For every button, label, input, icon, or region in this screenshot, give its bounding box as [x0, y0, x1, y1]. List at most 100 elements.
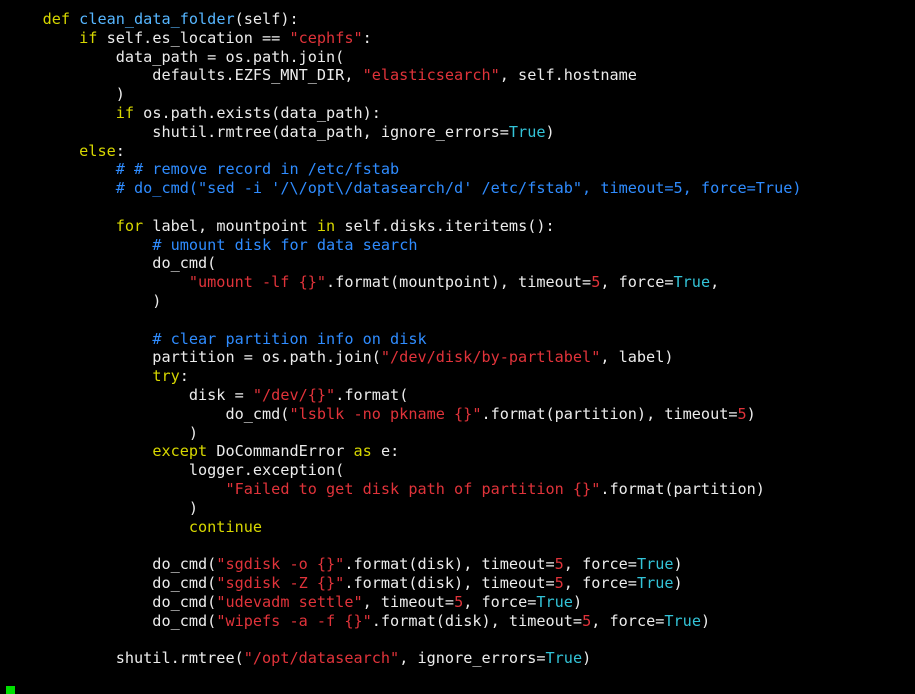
code-token-plain: ) [673, 573, 683, 592]
code-token-kw: as [353, 442, 372, 461]
code-token-plain: , label) [600, 348, 674, 367]
code-line: do_cmd("udevadm settle", timeout=5, forc… [6, 593, 802, 612]
code-line: if os.path.exists(data_path): [6, 104, 802, 123]
code-token-str: "cephfs" [289, 28, 363, 47]
code-token-num: 5 [554, 573, 564, 592]
code-token-str: "sgdisk -o {}" [216, 555, 345, 574]
code-token-plain: self.disks.iteritems(): [335, 216, 555, 235]
code-token-plain: self.es_location == [97, 28, 290, 47]
code-token-plain: ) [6, 291, 162, 310]
code-token-str: "elasticsearch" [362, 66, 500, 85]
code-token-kw: if [79, 28, 98, 47]
code-token-plain: (self): [234, 10, 299, 28]
code-token-plain: , force= [563, 555, 637, 574]
code-token-bool: True [508, 122, 546, 141]
code-token-plain: : [362, 28, 372, 47]
code-token-plain: , force= [591, 611, 665, 630]
code-line: # umount disk for data search [6, 236, 802, 255]
code-token-com: # do_cmd("sed -i '/\/opt\/datasearch/d' … [115, 179, 802, 198]
code-token-plain: .format(partition) [600, 479, 765, 498]
code-editor-text[interactable]: def clean_data_folder(self): if self.es_… [6, 10, 802, 668]
code-token-str: "wipefs -a -f {}" [216, 611, 372, 630]
text-cursor [6, 686, 15, 694]
code-token-fn: clean_data_folder [79, 10, 235, 28]
code-token-kw: else [79, 141, 116, 160]
code-token-str: "/opt/datasearch" [243, 649, 400, 668]
code-token-kw: try [152, 367, 180, 386]
code-token-num: 5 [454, 592, 464, 611]
code-line: # do_cmd("sed -i '/\/opt\/datasearch/d' … [6, 179, 802, 198]
code-token-plain: do_cmd( [6, 592, 217, 611]
code-token-plain: : [179, 367, 189, 386]
code-line: logger.exception( [6, 461, 802, 480]
code-token-str: "lsblk -no pkname {}" [289, 404, 482, 423]
code-token-kw: continue [188, 517, 263, 536]
code-token-str: "Failed to get disk path of partition {}… [225, 479, 601, 498]
code-line: continue [6, 518, 802, 537]
code-token-plain: shutil.rmtree(data_path, ignore_errors= [6, 122, 509, 141]
code-token-plain: logger.exception( [6, 461, 345, 480]
code-token-plain: label, mountpoint [143, 216, 317, 235]
code-token-plain: , force= [563, 573, 637, 592]
code-token-plain: , [710, 273, 720, 292]
code-token-plain: , force= [600, 273, 674, 292]
code-line: ) [6, 85, 802, 104]
code-token-kw: def [42, 10, 71, 28]
code-line: do_cmd("sgdisk -o {}".format(disk), time… [6, 555, 802, 574]
code-line: ) [6, 292, 802, 311]
code-token-bool: True [673, 273, 711, 292]
code-token-plain: ) [6, 85, 125, 104]
code-token-plain: .format(disk), timeout= [344, 573, 555, 592]
terminal-window[interactable]: def clean_data_folder(self): if self.es_… [0, 0, 915, 694]
code-line: partition = os.path.join("/dev/disk/by-p… [6, 348, 802, 367]
code-token-bool: True [636, 573, 674, 592]
code-token-num: 5 [582, 611, 592, 630]
code-line: if self.es_location == "cephfs": [6, 29, 802, 48]
code-line: # # remove record in /etc/fstab [6, 160, 802, 179]
code-token-plain: do_cmd( [6, 404, 290, 423]
code-token-plain: shutil.rmtree( [6, 649, 244, 668]
code-token-plain: do_cmd( [6, 254, 217, 273]
code-token-plain: ) [6, 423, 199, 442]
code-token-plain: .format(disk), timeout= [371, 611, 583, 630]
code-token-com: # # remove record in /etc/fstab [115, 160, 400, 179]
code-token-plain: data_path = os.path.join( [6, 47, 345, 66]
code-line: "Failed to get disk path of partition {}… [6, 480, 802, 499]
code-token-plain: DoCommandError [207, 442, 354, 461]
code-line: def clean_data_folder(self): [6, 10, 802, 29]
code-line: else: [6, 142, 802, 161]
code-token-str: "udevadm settle" [216, 592, 363, 611]
code-line: try: [6, 367, 802, 386]
code-line: for label, mountpoint in self.disks.iter… [6, 217, 802, 236]
code-token-plain: : [115, 141, 125, 160]
code-token-plain: partition = os.path.join( [6, 348, 381, 367]
code-line: "umount -lf {}".format(mountpoint), time… [6, 273, 802, 292]
code-token-com: # clear partition info on disk [152, 329, 427, 348]
code-token-plain: .format(disk), timeout= [344, 555, 555, 574]
code-token-kw: if [115, 103, 135, 122]
code-token-com: # umount disk for data search [152, 235, 418, 254]
code-line: do_cmd("wipefs -a -f {}".format(disk), t… [6, 612, 802, 631]
code-line: except DoCommandError as e: [6, 442, 802, 461]
code-token-bool: True [636, 555, 674, 574]
code-token-plain: , self.hostname [499, 66, 637, 85]
code-token-bool: True [536, 592, 573, 611]
code-token-plain: ) [6, 498, 199, 517]
code-token-plain: e: [371, 442, 400, 461]
code-line: shutil.rmtree(data_path, ignore_errors=T… [6, 123, 802, 142]
code-token-plain: defaults.EZFS_MNT_DIR, [6, 66, 363, 85]
code-token-plain: ) [746, 404, 756, 423]
code-line: defaults.EZFS_MNT_DIR, "elasticsearch", … [6, 66, 802, 85]
code-token-plain: do_cmd( [6, 555, 217, 574]
code-token-plain: .format( [335, 385, 409, 404]
code-token-plain: , ignore_errors= [399, 649, 546, 668]
